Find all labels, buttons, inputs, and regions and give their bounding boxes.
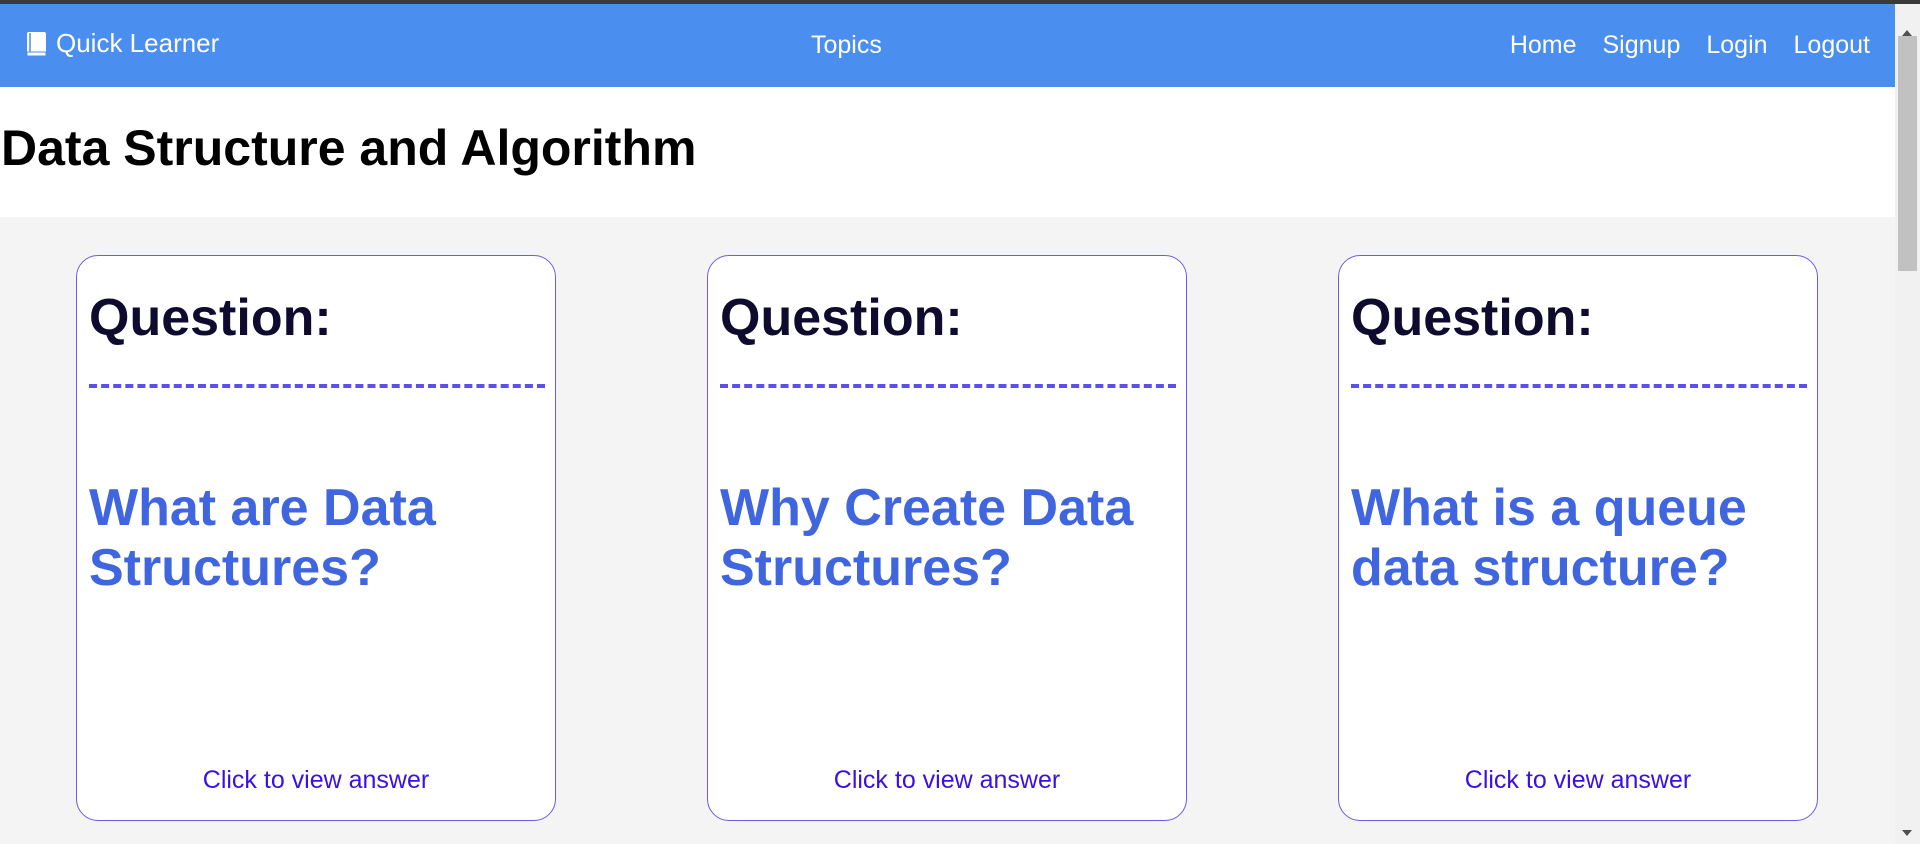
card-divider	[89, 384, 545, 388]
scroll-thumb[interactable]	[1898, 36, 1917, 271]
view-answer-link[interactable]: Click to view answer	[77, 766, 555, 795]
title-section: Data Structure and Algorithm	[0, 87, 1895, 217]
question-card[interactable]: Question: Why Create Data Structures? Cl…	[707, 255, 1187, 821]
card-heading: Question:	[720, 289, 963, 347]
book-icon	[26, 31, 48, 57]
page-title: Data Structure and Algorithm	[1, 120, 697, 176]
nav-links: Home Signup Login Logout	[1510, 31, 1870, 60]
card-divider	[1351, 384, 1807, 388]
card-divider	[720, 384, 1176, 388]
question-card[interactable]: Question: What are Data Structures? Clic…	[76, 255, 556, 821]
page-viewport: Quick Learner Topics Home Signup Login L…	[0, 4, 1895, 844]
view-answer-link[interactable]: Click to view answer	[708, 766, 1186, 795]
brand-label: Quick Learner	[56, 28, 220, 58]
card-question: Why Create Data Structures?	[720, 479, 1134, 597]
vertical-scrollbar[interactable]	[1895, 4, 1920, 844]
card-heading: Question:	[1351, 289, 1594, 347]
card-question: What is a queue data structure?	[1351, 479, 1747, 597]
question-card[interactable]: Question: What is a queue data structure…	[1338, 255, 1818, 821]
nav-link-signup[interactable]: Signup	[1603, 31, 1681, 60]
brand-link[interactable]: Quick Learner	[26, 28, 219, 59]
nav-link-logout[interactable]: Logout	[1794, 31, 1870, 60]
nav-link-topics[interactable]: Topics	[811, 31, 882, 60]
card-heading: Question:	[89, 289, 332, 347]
card-question: What are Data Structures?	[89, 479, 436, 597]
nav-link-login[interactable]: Login	[1706, 31, 1767, 60]
cards-area: Question: What are Data Structures? Clic…	[0, 217, 1895, 844]
nav-link-home[interactable]: Home	[1510, 31, 1577, 60]
view-answer-link[interactable]: Click to view answer	[1339, 766, 1817, 795]
scroll-down-arrow-icon[interactable]	[1902, 830, 1912, 836]
navbar: Quick Learner Topics Home Signup Login L…	[0, 4, 1895, 87]
